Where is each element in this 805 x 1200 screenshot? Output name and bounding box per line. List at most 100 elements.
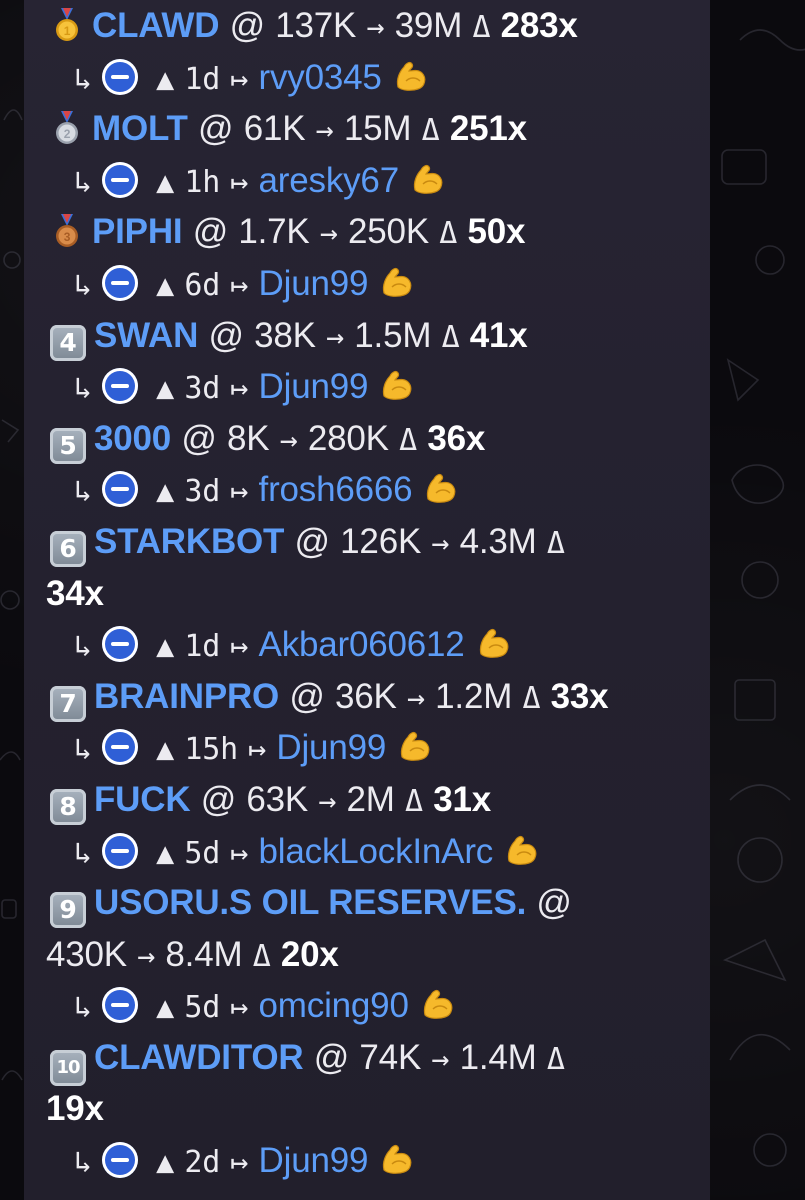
- age-label: 3d: [184, 474, 221, 510]
- at-sign: @: [313, 1037, 350, 1077]
- rank-keycap-icon: 4: [50, 324, 86, 361]
- delta-symbol: Δ: [546, 1041, 565, 1077]
- link-arrow-icon: ↦: [230, 1145, 249, 1181]
- token-ticker-link[interactable]: PIPHI: [92, 212, 183, 251]
- entry-marketcap: 61K: [243, 109, 306, 149]
- reply-arrow-icon: ↳: [74, 629, 92, 665]
- current-marketcap: 1.5M: [354, 315, 432, 355]
- token-ticker-link[interactable]: USORU.S OIL RESERVES.: [94, 883, 526, 922]
- age-label: 3d: [184, 371, 221, 407]
- rank-keycap-icon: 9: [50, 892, 86, 929]
- reply-arrow-icon: ↳: [74, 990, 92, 1026]
- entry-marketcap: 74K: [359, 1037, 422, 1077]
- rank-keycap-icon: 8: [50, 788, 86, 825]
- third-place-medal-icon: 3: [56, 214, 78, 248]
- reply-arrow-icon: ↳: [74, 267, 92, 303]
- delta-symbol: Δ: [472, 10, 491, 45]
- up-triangle-icon: ▲: [156, 474, 175, 510]
- token-ticker-link[interactable]: MOLT: [92, 109, 188, 148]
- caller-username-link[interactable]: Akbar060612: [259, 625, 465, 664]
- arrow-icon: →: [279, 422, 298, 458]
- flexed-biceps-icon: [383, 371, 412, 401]
- multiplier-value: 251x: [449, 109, 527, 149]
- link-arrow-icon: ↦: [230, 474, 249, 510]
- multiplier-value: 34x: [46, 573, 104, 613]
- arrow-icon: →: [326, 319, 344, 355]
- caller-username-link[interactable]: Djun99: [259, 367, 369, 406]
- rank-keycap-icon: 10: [50, 1049, 86, 1086]
- at-sign: @: [289, 676, 325, 716]
- caller-username-link[interactable]: omcing90: [259, 986, 409, 1025]
- reply-arrow-icon: ↳: [74, 474, 92, 510]
- current-marketcap: 39M: [394, 6, 463, 45]
- minus-circle-icon: [101, 987, 138, 1024]
- row-detail: ↳ ▲ 1h ↦ aresky67: [46, 155, 690, 207]
- leaderboard-row: 3 PIPHI @ 1.7K → 250K Δ 50x: [46, 206, 690, 258]
- reply-arrow-icon: ↳: [74, 732, 92, 768]
- delta-symbol: Δ: [546, 525, 565, 561]
- caller-username-link[interactable]: frosh6666: [259, 470, 413, 509]
- link-arrow-icon: ↦: [230, 267, 249, 303]
- up-triangle-icon: ▲: [156, 1145, 175, 1181]
- at-sign: @: [208, 315, 245, 355]
- arrow-icon: →: [431, 525, 450, 561]
- arrow-icon: →: [431, 1041, 450, 1077]
- flexed-biceps-icon: [396, 61, 426, 91]
- svg-text:1: 1: [64, 24, 71, 38]
- up-triangle-icon: ▲: [156, 61, 175, 97]
- entry-marketcap: 430K: [46, 934, 127, 974]
- token-ticker-link[interactable]: FUCK: [94, 780, 191, 819]
- age-label: 1h: [184, 164, 221, 200]
- age-label: 1d: [184, 61, 221, 97]
- flexed-biceps-icon: [507, 835, 537, 865]
- entry-marketcap: 137K: [275, 6, 357, 45]
- multiplier-value: 50x: [467, 212, 526, 252]
- reply-arrow-icon: ↳: [74, 1145, 92, 1181]
- entry-marketcap: 1.7K: [238, 212, 310, 252]
- row-detail: ↳ ▲ 2d ↦ Djun99: [46, 1135, 690, 1187]
- delta-symbol: Δ: [399, 422, 418, 458]
- caller-username-link[interactable]: Djun99: [259, 1141, 369, 1180]
- caller-username-link[interactable]: blackLockInArc: [259, 832, 494, 871]
- minus-circle-icon: [101, 832, 138, 869]
- leaderboard-row: 1 CLAWD @ 137K → 39M Δ 283x: [46, 0, 690, 52]
- leaderboard-row: 7 BRAINPRO @ 36K → 1.2M Δ 33x: [46, 671, 690, 723]
- age-label: 2d: [184, 1145, 221, 1181]
- caller-username-link[interactable]: Djun99: [276, 728, 386, 767]
- age-label: 15h: [184, 732, 238, 768]
- minus-circle-icon: [101, 368, 138, 405]
- row-detail: ↳ ▲ 15h ↦ Djun99: [46, 722, 690, 774]
- caller-username-link[interactable]: rvy0345: [259, 58, 382, 97]
- token-ticker-link[interactable]: SWAN: [94, 316, 198, 355]
- age-label: 1d: [184, 629, 221, 665]
- delta-symbol: Δ: [441, 319, 460, 355]
- minus-circle-icon: [101, 264, 138, 301]
- caller-username-link[interactable]: aresky67: [259, 161, 400, 200]
- delta-symbol: Δ: [421, 113, 440, 149]
- flexed-biceps-icon: [383, 267, 412, 297]
- leaderboard-row: 8 FUCK @ 63K → 2M Δ 31x: [46, 774, 690, 826]
- arrow-icon: →: [315, 113, 334, 149]
- token-ticker-link[interactable]: CLAWD: [92, 6, 220, 45]
- at-sign: @: [181, 418, 217, 458]
- delta-symbol: Δ: [405, 783, 423, 819]
- row-detail: ↳ ▲ 5d ↦ omcing90: [46, 980, 690, 1032]
- token-ticker-link[interactable]: 3000: [94, 419, 171, 458]
- token-ticker-link[interactable]: CLAWDITOR: [94, 1038, 304, 1077]
- up-triangle-icon: ▲: [156, 164, 175, 200]
- leaderboard-row: 5 3000 @ 8K → 280K Δ 36x: [46, 413, 690, 465]
- token-ticker-link[interactable]: STARKBOT: [94, 522, 284, 561]
- link-arrow-icon: ↦: [230, 61, 249, 97]
- message-bubble: 1 CLAWD @ 137K → 39M Δ 283x ↳ ▲ 1d ↦ rvy03…: [24, 0, 710, 1200]
- delta-symbol: Δ: [252, 938, 271, 974]
- row-detail: ↳ ▲ 5d ↦ blackLockInArc: [46, 826, 690, 878]
- current-marketcap: 250K: [348, 212, 429, 252]
- current-marketcap: 15M: [343, 109, 412, 149]
- token-ticker-link[interactable]: BRAINPRO: [94, 677, 279, 716]
- up-triangle-icon: ▲: [156, 371, 175, 407]
- caller-username-link[interactable]: Djun99: [259, 264, 369, 303]
- flexed-biceps-icon: [427, 474, 456, 504]
- current-marketcap: 2M: [346, 779, 395, 819]
- up-triangle-icon: ▲: [156, 990, 175, 1026]
- delta-symbol: Δ: [522, 680, 541, 716]
